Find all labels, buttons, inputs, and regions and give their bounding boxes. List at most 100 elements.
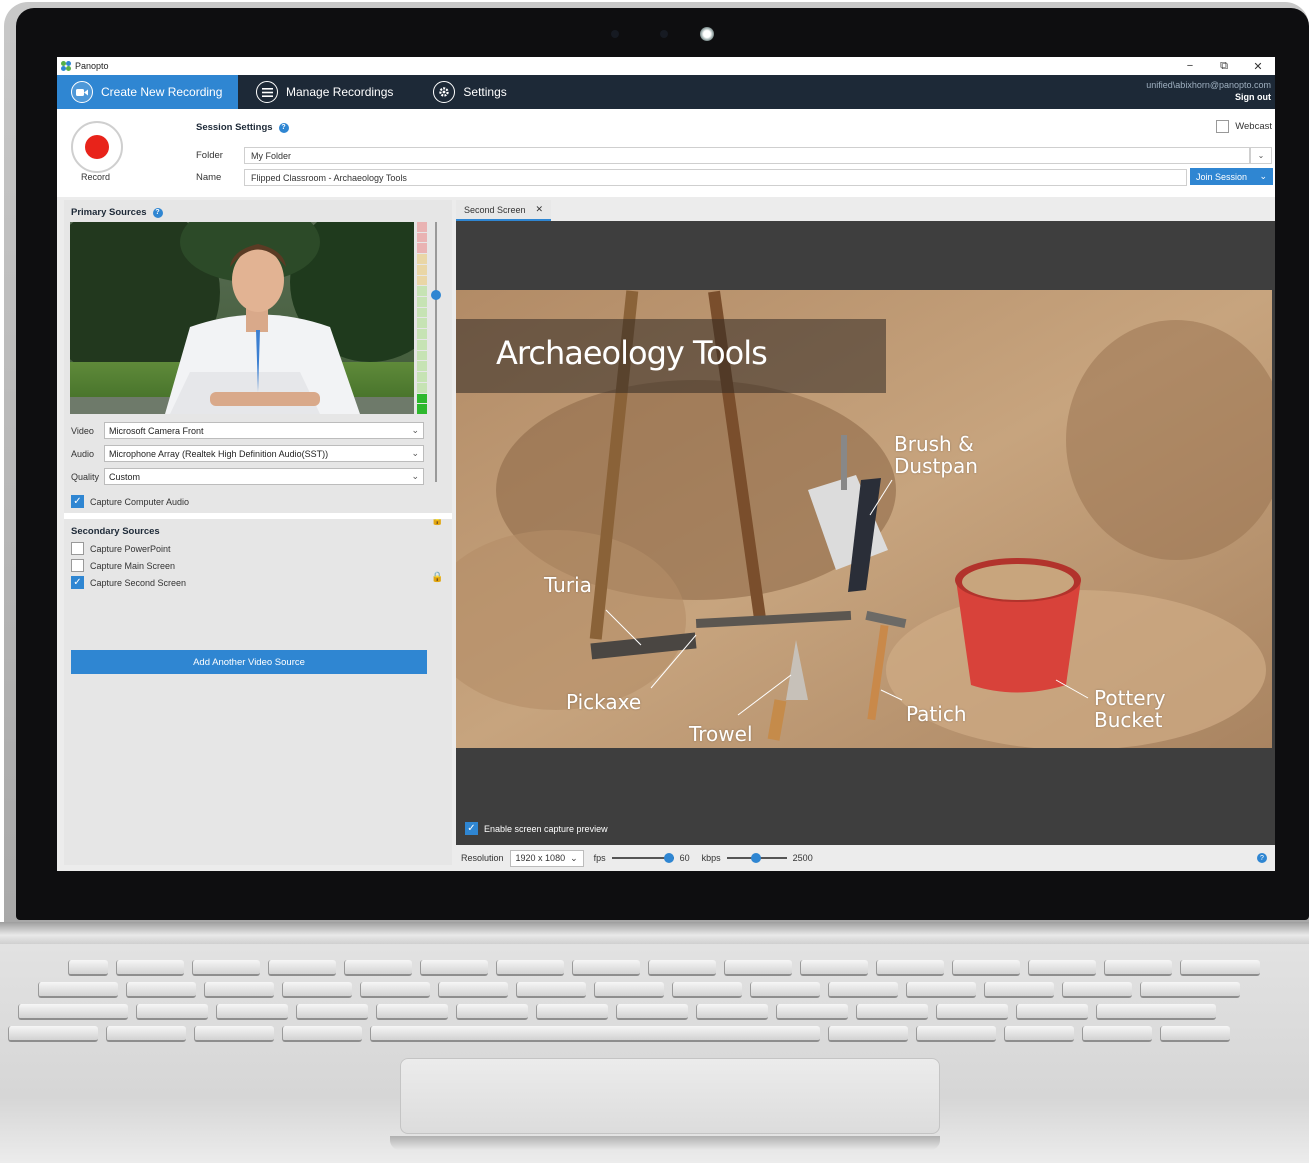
audio-source-row: Audio Microphone Array (Realtek High Def… [71,445,424,462]
secondary-sources-header: Secondary Sources [71,526,160,537]
label-line: Dustpan [894,454,978,478]
chevron-down-icon: ⌄ [1257,151,1265,160]
label-line: Bucket [1094,708,1163,732]
trackpad [400,1058,940,1134]
keyboard-row [38,982,1240,998]
enable-preview-row[interactable]: ✓ Enable screen capture preview [465,822,608,835]
label-patich: Patich [906,702,967,726]
panopto-logo-icon [61,61,71,71]
checkbox-label: Capture Main Screen [90,560,176,571]
resolution-select[interactable]: 1920 x 1080 ⌄ [509,849,584,867]
video-source-select[interactable]: Microsoft Camera Front ⌄ [104,422,424,439]
keyboard [8,948,1308,1044]
laptop-hinge [0,922,1309,944]
record-label: Record [81,172,111,182]
select-value: Microphone Array (Realtek High Definitio… [109,449,329,459]
folder-field[interactable]: My Folder [244,147,1250,164]
quality-label: Quality [71,471,100,482]
fps-value: 60 [679,853,690,863]
folder-label: Folder [196,150,223,161]
tab-label: Settings [463,85,507,99]
capture-main-screen-row[interactable]: Capture Main Screen [71,559,175,572]
help-icon[interactable]: ? [278,122,289,133]
add-video-source-button[interactable]: Add Another Video Source [71,650,427,674]
help-icon[interactable]: ? [1257,853,1267,863]
tab-label: Create New Recording [101,85,223,99]
capture-second-screen-row[interactable]: ✓ Capture Second Screen [71,576,186,589]
section-title: Session Settings [196,122,273,133]
primary-sources-header: Primary Sources ? [71,207,163,218]
session-settings-panel: Record Session Settings ? Folder My Fold… [57,109,1275,197]
join-session-label: Join Session [1196,171,1248,182]
checkbox-label: Capture PowerPoint [90,543,171,554]
section-divider [64,513,452,519]
fps-slider[interactable] [611,853,674,863]
close-icon[interactable]: ✕ [536,204,544,215]
tab-settings[interactable]: Settings [407,75,520,109]
chevron-down-icon: ⌄ [411,425,419,435]
slider-thumb[interactable] [663,853,674,863]
capture-computer-audio-checkbox[interactable]: ✓ [71,495,84,508]
main-nav: Create New Recording Manage Recordings S… [57,75,1275,109]
capture-computer-audio-row[interactable]: ✓ Capture Computer Audio [71,495,189,508]
section-title: Secondary Sources [71,526,160,537]
keyboard-row [8,1026,1230,1042]
join-session-button[interactable]: Join Session ⌄ [1190,168,1273,185]
minimize-button[interactable]: − [1173,57,1207,75]
webcast-toggle[interactable]: Webcast [1216,120,1272,133]
label-pickaxe: Pickaxe [566,690,642,714]
user-email: unified\abixhorn@panopto.com [1146,80,1271,90]
screen-preview-panel: Second Screen ✕ Archaeology Tools Brush … [456,200,1275,871]
quality-row: Quality Custom ⌄ [71,468,424,485]
capture-powerpoint-row[interactable]: Capture PowerPoint [71,542,171,555]
list-icon [256,81,278,103]
tab-label: Manage Recordings [286,85,394,99]
close-button[interactable]: ✕ [1241,57,1275,75]
panopto-window: Panopto − ⧉ ✕ Create New Recording Manag… [57,57,1275,871]
video-label: Video [71,425,94,436]
capture-second-screen-checkbox[interactable]: ✓ [71,576,84,589]
lock-icon[interactable]: 🔒 [431,572,443,583]
tab-manage-recordings[interactable]: Manage Recordings [238,75,407,109]
gear-icon [433,81,456,103]
enable-preview-checkbox[interactable]: ✓ [465,822,478,835]
slider-thumb[interactable] [750,853,761,863]
preview-tab-strip: Second Screen ✕ [456,200,1275,221]
chevron-down-icon: ⌄ [411,471,419,481]
select-value: Microsoft Camera Front [109,426,204,436]
folder-dropdown-button[interactable]: ⌄ [1250,147,1272,164]
ir-sensor [611,30,619,38]
chevron-down-icon: ⌄ [1259,171,1267,181]
chevron-down-icon: ⌄ [411,448,419,458]
audio-source-select[interactable]: Microphone Array (Realtek High Definitio… [104,445,424,462]
restore-button[interactable]: ⧉ [1207,57,1241,75]
audio-volume-slider[interactable] [431,222,441,482]
checkbox-label: Capture Second Screen [90,577,187,588]
quality-select[interactable]: Custom ⌄ [104,468,424,485]
audio-level-meter [417,222,427,414]
sources-panel: Primary Sources ? 🔒 Video Microsoft Came… [64,200,452,865]
label-trowel: Trowel [689,722,753,746]
session-name-input[interactable]: Flipped Classroom - Archaeology Tools [244,169,1187,186]
capture-powerpoint-checkbox[interactable] [71,542,84,555]
section-title: Primary Sources [71,207,147,218]
select-value: 1920 x 1080 [515,853,566,863]
capture-main-screen-checkbox[interactable] [71,559,84,572]
webcast-label: Webcast [1235,121,1272,132]
webcam-lens-icon [700,27,714,41]
help-icon[interactable]: ? [152,207,163,218]
checkbox-label: Capture Computer Audio [90,496,190,507]
laptop-front-lip [390,1136,940,1150]
tab-create-new-recording[interactable]: Create New Recording [57,75,238,109]
slider-thumb[interactable] [431,290,441,300]
webcast-checkbox[interactable] [1216,120,1230,133]
slide-title: Archaeology Tools [496,334,768,372]
audio-label: Audio [71,448,95,459]
sign-out-link[interactable]: Sign out [1146,91,1271,103]
kbps-value: 2500 [792,853,813,863]
keyboard-row [18,1004,1216,1020]
kbps-slider[interactable] [726,853,787,863]
tab-second-screen[interactable]: Second Screen ✕ [456,200,552,221]
record-button[interactable] [71,121,123,173]
webcam-preview [70,222,414,414]
